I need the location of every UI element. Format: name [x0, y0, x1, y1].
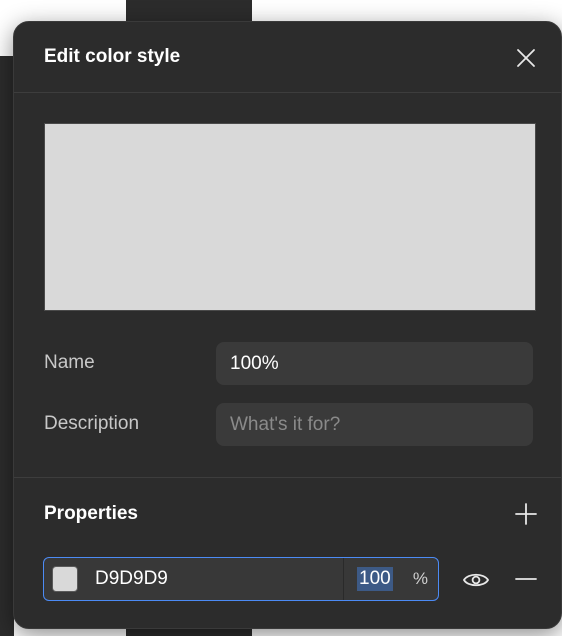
toggle-visibility-button[interactable]	[461, 565, 491, 595]
canvas-background-layer-left	[0, 56, 14, 636]
color-property-row: D9D9D9 100 %	[43, 557, 439, 601]
color-preview-swatch	[44, 123, 536, 311]
dialog-title: Edit color style	[44, 46, 181, 67]
opacity-unit: %	[412, 569, 428, 588]
name-label: Name	[44, 352, 95, 373]
plus-icon	[515, 503, 537, 525]
edit-color-style-dialog: Edit color style Name Description Proper…	[13, 21, 562, 629]
description-input[interactable]	[216, 403, 533, 446]
close-icon	[517, 49, 535, 67]
eye-icon	[462, 573, 490, 587]
description-label: Description	[44, 413, 140, 434]
opacity-field[interactable]: 100 %	[344, 558, 438, 600]
name-input[interactable]	[216, 342, 533, 385]
color-chip[interactable]	[52, 566, 78, 592]
add-property-button[interactable]	[512, 500, 540, 528]
minus-icon	[515, 578, 537, 580]
section-divider	[14, 477, 561, 478]
properties-title: Properties	[44, 503, 138, 524]
close-button[interactable]	[512, 44, 540, 72]
remove-property-button[interactable]	[512, 565, 540, 593]
opacity-value[interactable]: 100	[357, 567, 393, 591]
hex-value: D9D9D9	[95, 568, 168, 589]
hex-field[interactable]: D9D9D9	[44, 558, 344, 600]
dialog-header: Edit color style	[14, 22, 561, 93]
